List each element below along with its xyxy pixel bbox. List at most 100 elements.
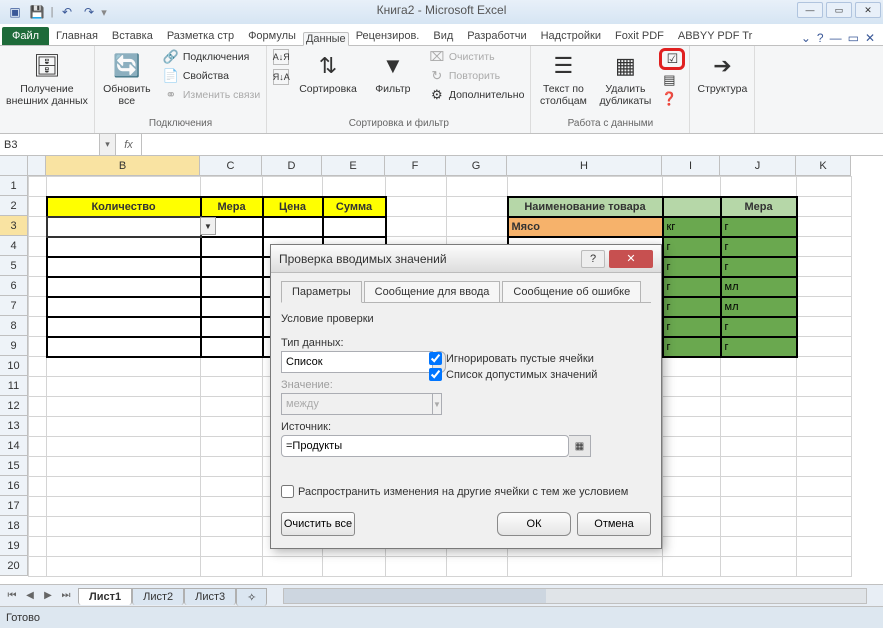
row-header[interactable]: 17 <box>0 496 28 516</box>
save-icon[interactable]: 💾 <box>26 2 48 22</box>
row-header[interactable]: 15 <box>0 456 28 476</box>
row-header[interactable]: 13 <box>0 416 28 436</box>
row-header[interactable]: 11 <box>0 376 28 396</box>
row-header[interactable]: 7 <box>0 296 28 316</box>
sheet-tab[interactable]: Лист2 <box>132 588 184 605</box>
file-tab[interactable]: Файл <box>2 27 49 45</box>
remove-duplicates-button[interactable]: ▦ Удалить дубликаты <box>597 48 653 109</box>
range-select-button[interactable]: ▦ <box>569 435 591 457</box>
row-header[interactable]: 6 <box>0 276 28 296</box>
tab-view[interactable]: Вид <box>426 27 460 45</box>
col-header[interactable]: E <box>322 156 385 176</box>
new-sheet-tab[interactable]: ✧ <box>236 588 267 606</box>
properties-button[interactable]: 📄Свойства <box>161 67 262 85</box>
horizontal-scrollbar[interactable] <box>283 588 867 604</box>
row-header[interactable]: 16 <box>0 476 28 496</box>
sheet-tab[interactable]: Лист1 <box>78 588 132 605</box>
filter-button[interactable]: ▼ Фильтр <box>365 48 421 98</box>
col-header[interactable]: K <box>796 156 851 176</box>
text-to-columns-button[interactable]: ☰ Текст по столбцам <box>535 48 591 109</box>
what-if-button[interactable]: ❓ <box>659 90 685 108</box>
row-header[interactable]: 12 <box>0 396 28 416</box>
get-external-data-button[interactable]: 🗄 Получение внешних данных <box>4 48 90 109</box>
dropdown-list-check[interactable]: Список допустимых значений <box>429 368 597 381</box>
sheet-nav-prev[interactable]: ◀ <box>22 590 38 601</box>
cell[interactable]: кг <box>663 217 721 237</box>
col-header[interactable]: I <box>662 156 720 176</box>
cell-B3[interactable] <box>47 217 201 237</box>
sheet-nav-first[interactable]: ⏮ <box>4 590 20 601</box>
row-header[interactable]: 3 <box>0 216 28 236</box>
connections-button[interactable]: 🔗Подключения <box>161 48 262 66</box>
help-icon[interactable]: ? <box>817 31 824 45</box>
type-input[interactable] <box>281 351 433 373</box>
cell[interactable]: Мера <box>721 197 797 217</box>
close-button[interactable]: ✕ <box>855 2 881 18</box>
tab-formulas[interactable]: Формулы <box>241 27 303 45</box>
tab-insert[interactable]: Вставка <box>105 27 160 45</box>
cell[interactable]: г <box>721 217 797 237</box>
row-header[interactable]: 14 <box>0 436 28 456</box>
row-header[interactable]: 2 <box>0 196 28 216</box>
sort-az-button[interactable]: А↓Я <box>271 48 291 66</box>
advanced-filter-button[interactable]: ⚙Дополнительно <box>427 86 527 104</box>
cell[interactable]: Количество <box>47 197 201 217</box>
dialog-close-button[interactable]: ✕ <box>609 250 653 268</box>
cell[interactable]: Мера <box>201 197 263 217</box>
row-header[interactable]: 18 <box>0 516 28 536</box>
tab-home[interactable]: Главная <box>49 27 105 45</box>
clear-all-button[interactable]: Очистить все <box>281 512 355 536</box>
tab-addins[interactable]: Надстройки <box>534 27 608 45</box>
sheet-tab[interactable]: Лист3 <box>184 588 236 605</box>
ribbon-min-icon[interactable]: ⌄ <box>801 31 811 45</box>
formula-input[interactable] <box>142 134 883 155</box>
window-close-inner[interactable]: ✕ <box>865 31 875 45</box>
col-header[interactable] <box>28 156 46 176</box>
dialog-help-button[interactable]: ? <box>581 250 605 268</box>
col-header[interactable]: B <box>46 156 200 176</box>
name-box[interactable]: B3 <box>0 134 100 155</box>
tab-data[interactable]: Данные <box>303 32 349 46</box>
sheet-nav-last[interactable]: ⏭ <box>58 590 74 601</box>
tab-foxit[interactable]: Foxit PDF <box>608 27 671 45</box>
row-header[interactable]: 4 <box>0 236 28 256</box>
clear-filter-button[interactable]: ⌧Очистить <box>427 48 527 66</box>
col-header[interactable]: D <box>262 156 322 176</box>
maximize-button[interactable]: ▭ <box>826 2 852 18</box>
outline-button[interactable]: ➔ Структура <box>694 48 750 98</box>
row-header[interactable]: 19 <box>0 536 28 556</box>
qat-dropdown[interactable]: ▾ <box>100 6 108 19</box>
row-header[interactable]: 1 <box>0 176 28 196</box>
cell[interactable]: Наименование товара <box>508 197 663 217</box>
tab-pagelayout[interactable]: Разметка стр <box>160 27 241 45</box>
col-header[interactable]: G <box>446 156 507 176</box>
window-min-inner[interactable]: — <box>830 31 842 45</box>
cell[interactable]: Сумма <box>323 197 386 217</box>
col-header[interactable]: J <box>720 156 796 176</box>
data-validation-button[interactable]: ☑ <box>659 48 685 70</box>
sheet-nav-next[interactable]: ▶ <box>40 590 56 601</box>
name-box-dropdown[interactable]: ▾ <box>100 134 116 155</box>
redo-icon[interactable]: ↷ <box>78 2 100 22</box>
cell[interactable]: Мясо <box>508 217 663 237</box>
sort-za-button[interactable]: Я↓А <box>271 68 291 86</box>
edit-links-button[interactable]: ⚭Изменить связи <box>161 86 262 104</box>
fx-label[interactable]: fx <box>116 134 142 155</box>
source-input[interactable] <box>281 435 569 457</box>
window-restore-inner[interactable]: ▭ <box>848 31 859 45</box>
minimize-button[interactable]: — <box>797 2 823 18</box>
dialog-tab-params[interactable]: Параметры <box>281 281 362 303</box>
spread-check[interactable]: Распространить изменения на другие ячейк… <box>281 485 651 498</box>
dialog-tab-errormsg[interactable]: Сообщение об ошибке <box>502 281 641 303</box>
row-header[interactable]: 5 <box>0 256 28 276</box>
cell[interactable]: Цена <box>263 197 323 217</box>
col-header[interactable]: H <box>507 156 662 176</box>
ok-button[interactable]: ОК <box>497 512 571 536</box>
col-header[interactable]: F <box>385 156 446 176</box>
tab-review[interactable]: Рецензиров. <box>349 27 427 45</box>
refresh-all-button[interactable]: 🔄 Обновить все <box>99 48 155 109</box>
cell-dropdown-arrow[interactable]: ▼ <box>200 217 216 235</box>
tab-developer[interactable]: Разработчи <box>460 27 533 45</box>
row-header[interactable]: 9 <box>0 336 28 356</box>
select-all-corner[interactable] <box>0 156 28 176</box>
